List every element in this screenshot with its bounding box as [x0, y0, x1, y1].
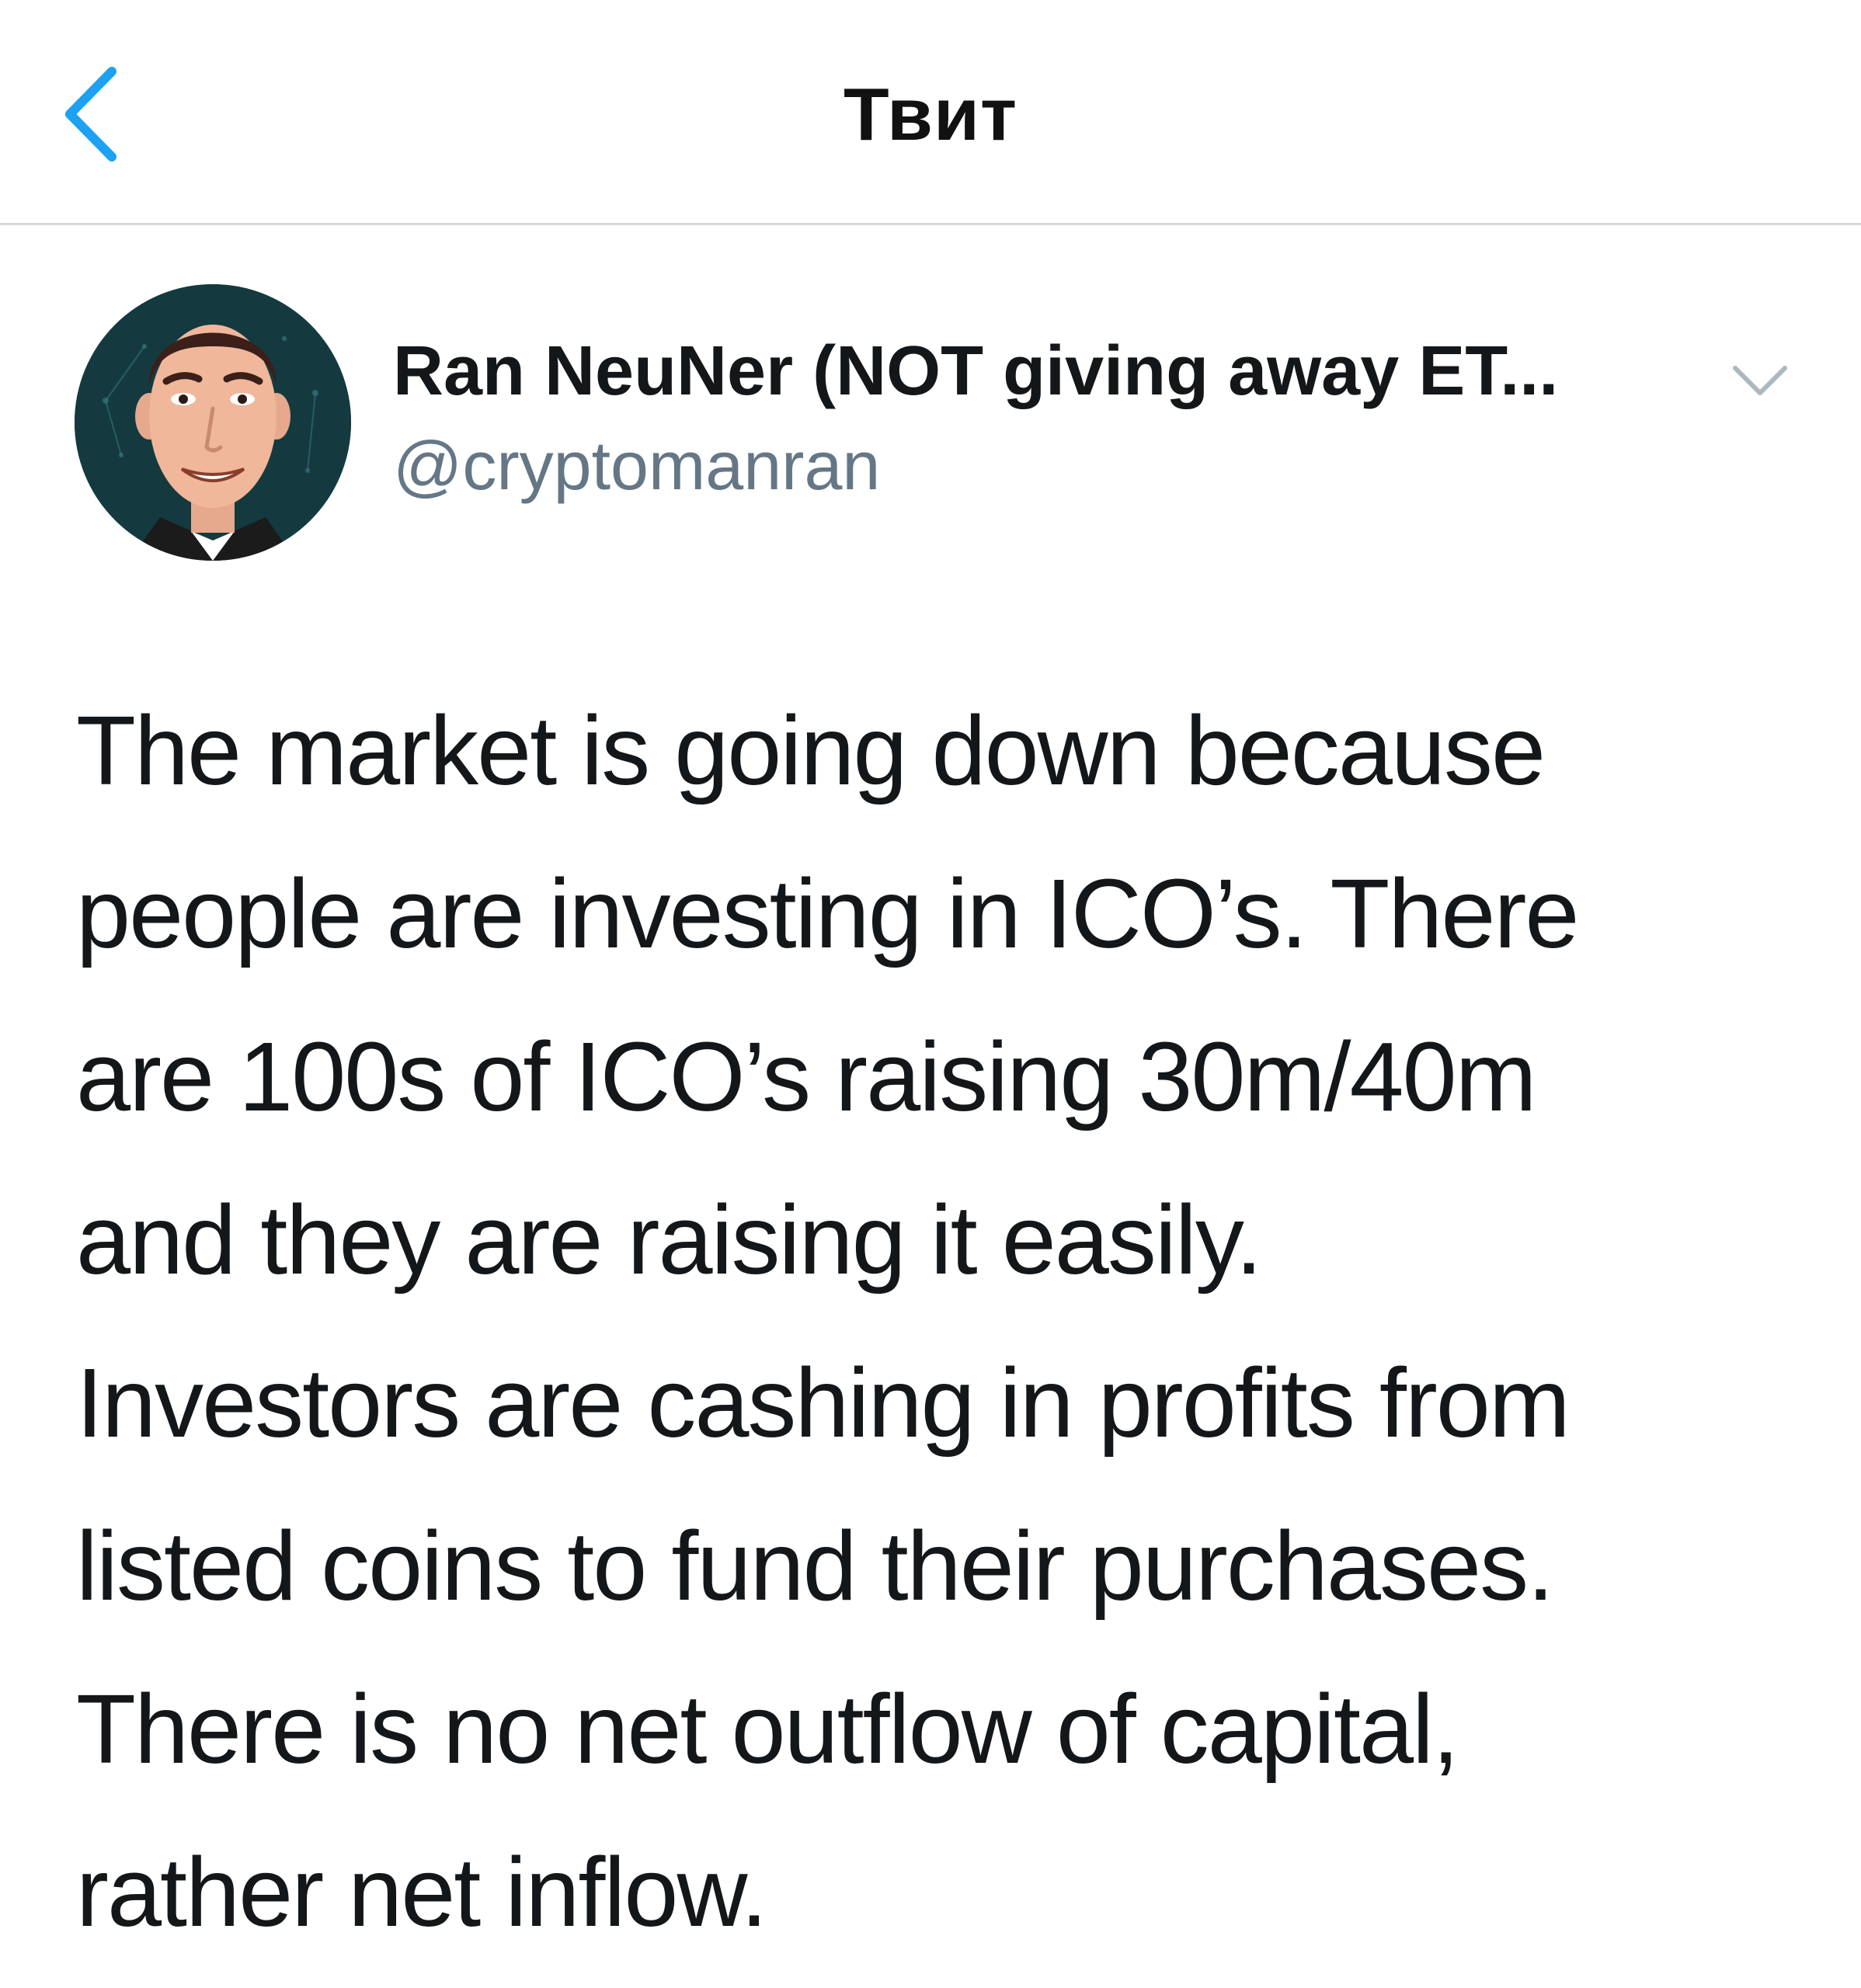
- tweet-line: rather net inflow.: [76, 1837, 768, 1947]
- tweet-options-button[interactable]: [1729, 354, 1791, 408]
- top-navigation-bar: Твит: [0, 0, 1861, 225]
- chevron-down-icon: [1733, 366, 1787, 395]
- tweet-line: The market is going down because: [76, 696, 1546, 805]
- tweet-line: are 100s of ICO’s raising 30m/40m: [76, 1022, 1537, 1131]
- avatar[interactable]: [75, 284, 351, 561]
- tweet-line: There is no net outflow of capital,: [76, 1674, 1459, 1784]
- tweet-line: listed coins to fund their purchases.: [76, 1511, 1554, 1621]
- page-title: Твит: [843, 73, 1018, 156]
- tweet-line: people are investing in ICO’s. There: [76, 859, 1579, 968]
- tweet-line: Investors are cashing in profits from: [76, 1348, 1571, 1458]
- cartoon-portrait-avatar: [75, 284, 351, 561]
- tweet-line: and they are raising it easily.: [76, 1185, 1263, 1295]
- author-name[interactable]: Ran NeuNer (NOT giving away ET...: [393, 332, 1558, 410]
- author-handle[interactable]: @cryptomanran: [393, 427, 880, 505]
- tweet-text: The market is going down because people …: [76, 669, 1816, 1974]
